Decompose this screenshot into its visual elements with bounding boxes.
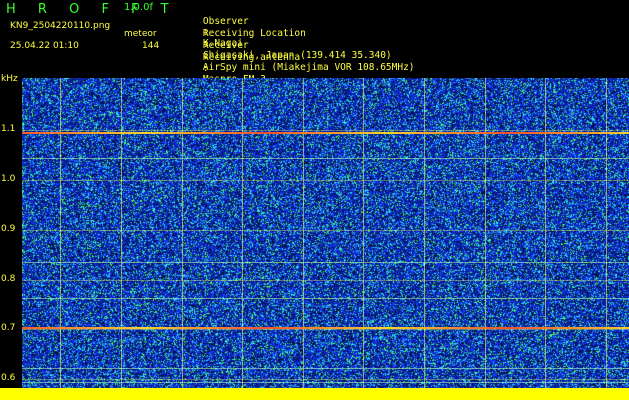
time-gridline-0113 bbox=[182, 78, 183, 400]
time-gridline-0112 bbox=[121, 78, 122, 400]
frequency-label-0-6: 0.6 bbox=[1, 373, 16, 383]
frequency-label-1-0: 1.0 bbox=[1, 174, 16, 184]
timestamp-label: 25.04.22 01:10 bbox=[10, 41, 79, 51]
spectrogram-plot bbox=[22, 78, 629, 400]
frequency-gridline-0-9 bbox=[22, 230, 629, 231]
frequency-gridline-1-0 bbox=[22, 180, 629, 181]
antenna-label: Receiving antenna bbox=[202, 52, 301, 63]
spectrogram-noise-canvas bbox=[22, 78, 629, 400]
meteor-label: meteor bbox=[124, 29, 157, 39]
frequency-gridline-0-7 bbox=[22, 329, 629, 330]
frequency-label-0-7: 0.7 bbox=[1, 323, 16, 333]
meteor-count: 144 bbox=[142, 41, 160, 51]
time-gridline-0118 bbox=[485, 78, 486, 400]
version-label: 1.0.0f bbox=[124, 2, 153, 13]
time-gridline-0114 bbox=[242, 78, 243, 400]
antenna-row: Receiving antenna : Maspro FM-3 bbox=[180, 41, 317, 85]
antenna-colon: : bbox=[202, 63, 209, 74]
upper-carrier-line bbox=[22, 132, 629, 134]
upper-weak-line bbox=[22, 158, 629, 159]
file-name-label: KN9_2504220110.png bbox=[10, 21, 111, 31]
time-gridline-0119 bbox=[545, 78, 546, 400]
observer-row: Observer : K.Nagai bbox=[180, 5, 317, 49]
lower-weak-line bbox=[22, 298, 629, 299]
receiver-row: Receiver : AirSpy mini (Miakejima VOR 10… bbox=[180, 29, 415, 73]
time-gridline-0120 bbox=[606, 78, 607, 400]
time-gridline-0111 bbox=[60, 78, 61, 400]
time-gridline-0115 bbox=[303, 78, 304, 400]
lower-carrier-line bbox=[22, 327, 629, 329]
bottom-weak-line bbox=[22, 368, 629, 369]
location-row: Receiving Location : Chigasaki, Japan (1… bbox=[180, 17, 392, 61]
bottom-weak-line-2 bbox=[22, 382, 629, 383]
frequency-label-0-9: 0.9 bbox=[1, 224, 16, 234]
receiver-value: AirSpy mini (Miakejima VOR 108.65MHz) bbox=[202, 62, 415, 73]
spectrogram-header: H R O F F T 1.0.0f KN9_2504220110.png me… bbox=[0, 0, 629, 85]
middle-weak-line bbox=[22, 262, 629, 263]
bottom-signal-strip bbox=[0, 388, 629, 400]
time-gridline-0116 bbox=[363, 78, 364, 400]
frequency-gridline-0-6 bbox=[22, 379, 629, 380]
frequency-gridline-1-1 bbox=[22, 130, 629, 131]
frequency-label-1-1: 1.1 bbox=[1, 124, 16, 134]
time-gridline-0117 bbox=[424, 78, 425, 400]
frequency-unit-label: kHz bbox=[1, 74, 18, 84]
frequency-label-0-8: 0.8 bbox=[1, 274, 16, 284]
frequency-gridline-0-8 bbox=[22, 280, 629, 281]
